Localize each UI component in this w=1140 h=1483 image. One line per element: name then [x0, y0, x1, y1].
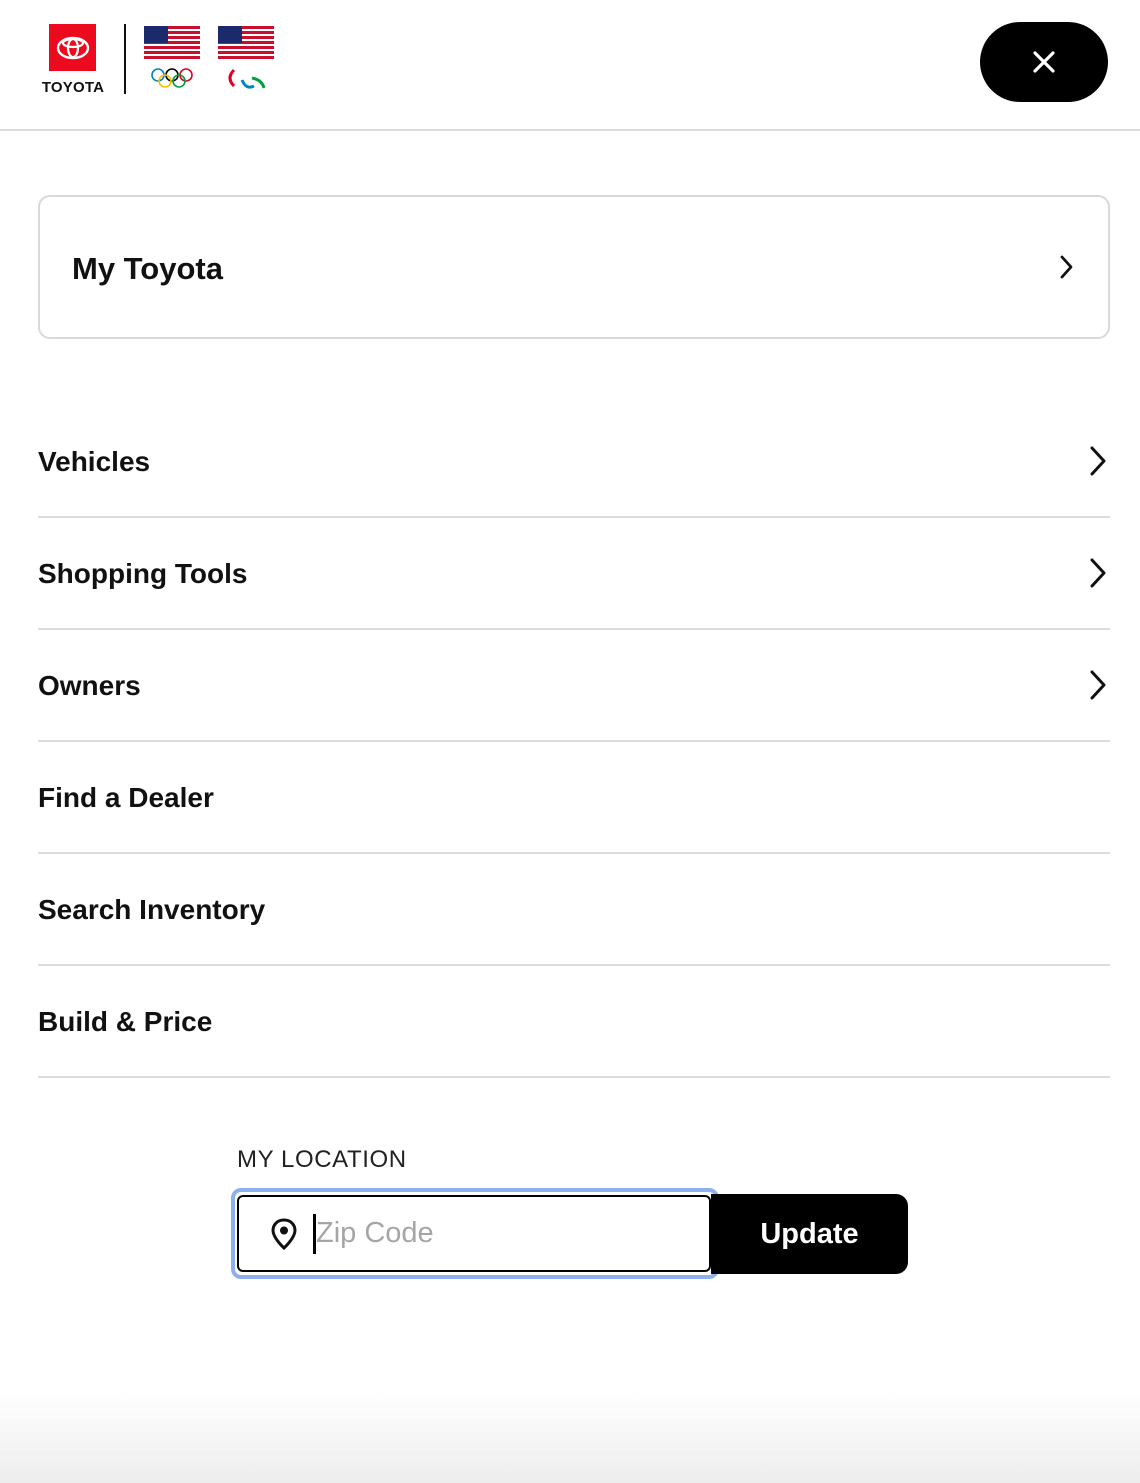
- header-divider: [124, 24, 126, 94]
- menu-item-owners[interactable]: Owners: [38, 630, 1110, 742]
- zip-code-input[interactable]: [316, 1208, 676, 1259]
- menu-item-find-a-dealer[interactable]: Find a Dealer: [38, 742, 1110, 854]
- zip-code-field-focus-ring: [231, 1188, 719, 1279]
- chevron-right-icon: [1090, 670, 1106, 700]
- my-location-heading: MY LOCATION: [237, 1146, 407, 1173]
- usa-olympic-badge-icon: [144, 26, 200, 94]
- zip-code-field[interactable]: [237, 1195, 711, 1272]
- bottom-fade: [0, 1393, 1140, 1483]
- update-location-button[interactable]: Update: [711, 1194, 908, 1274]
- my-toyota-label: My Toyota: [72, 251, 223, 286]
- menu-item-label: Build & Price: [38, 1006, 213, 1037]
- menu-item-search-inventory[interactable]: Search Inventory: [38, 854, 1110, 966]
- navigation-menu-page: TOYOTA My Toyota Vehicles Shopping Tools…: [0, 0, 1140, 1483]
- menu-item-label: Shopping Tools: [38, 558, 248, 589]
- toyota-wordmark: TOYOTA: [41, 79, 105, 96]
- close-icon: [1033, 51, 1055, 73]
- menu-item-build-and-price[interactable]: Build & Price: [38, 966, 1110, 1078]
- menu-item-shopping-tools[interactable]: Shopping Tools: [38, 518, 1110, 630]
- toyota-emblem-icon: [49, 24, 96, 71]
- close-menu-button[interactable]: [980, 22, 1108, 102]
- menu-item-label: Search Inventory: [38, 894, 266, 925]
- menu-item-vehicles[interactable]: Vehicles: [38, 406, 1110, 518]
- chevron-right-icon: [1090, 446, 1106, 476]
- header: TOYOTA: [0, 0, 1140, 131]
- menu-item-label: Vehicles: [38, 446, 151, 477]
- chevron-right-icon: [1090, 558, 1106, 588]
- my-toyota-card[interactable]: My Toyota: [38, 195, 1110, 339]
- usa-paralympic-badge-icon: [218, 26, 274, 94]
- main-menu: Vehicles Shopping Tools Owners Find a De…: [38, 406, 1110, 1078]
- toyota-logo[interactable]: TOYOTA: [38, 24, 108, 96]
- location-pin-icon: [269, 1217, 299, 1250]
- chevron-right-icon: [1060, 255, 1073, 279]
- menu-item-label: Owners: [38, 670, 141, 701]
- menu-item-label: Find a Dealer: [38, 782, 214, 813]
